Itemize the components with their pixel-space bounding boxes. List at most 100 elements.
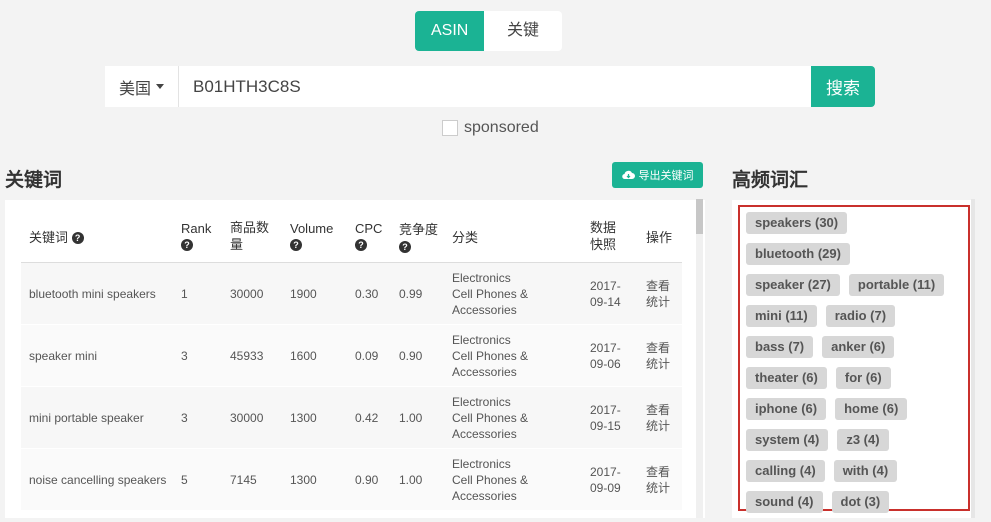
col-products[interactable]: 商品数量	[222, 210, 282, 263]
keyword-cell: bluetooth mini speakers	[21, 262, 173, 325]
col-ops-label: 操作	[646, 229, 673, 245]
col-cpc[interactable]: CPC ?	[347, 210, 391, 263]
stats-link[interactable]: 统计	[646, 357, 670, 371]
word-tag[interactable]: with (4)	[833, 460, 898, 482]
volume-cell: 1300	[282, 386, 347, 449]
tag-row: mini (11) radio (7)	[746, 305, 968, 336]
table-scrollbar[interactable]	[696, 199, 703, 518]
word-tag[interactable]: calling (4)	[746, 460, 825, 482]
tab-asin[interactable]: ASIN	[415, 11, 484, 51]
category-cell: Electronics Cell Phones & Accessories	[444, 324, 582, 387]
word-tag[interactable]: sound (4)	[746, 491, 823, 513]
col-rank-label: Rank	[181, 221, 212, 236]
cpc-cell: 0.42	[347, 386, 391, 449]
country-select[interactable]: 美国	[105, 66, 179, 107]
table-row: noise cancelling speakers 5 7145 1300 0.…	[21, 448, 682, 511]
date-line: 09-15	[590, 418, 621, 433]
sponsored-label: sponsored	[464, 119, 539, 136]
keywords-table-panel: 关键词 ? Rank ? 商品数量 Volume ? CPC ? 竞争度 ? 分…	[5, 200, 705, 518]
col-cpc-label: CPC	[355, 221, 383, 236]
table-scrollbar-thumb[interactable]	[696, 199, 703, 234]
tab-keyword[interactable]: 关键词	[484, 11, 562, 51]
cpc-cell: 0.09	[347, 324, 391, 387]
help-icon[interactable]: ?	[290, 238, 302, 251]
help-icon[interactable]: ?	[399, 240, 411, 253]
competition-cell: 0.99	[391, 262, 444, 325]
rank-cell: 3	[173, 324, 222, 387]
category-line: Cell Phones &	[452, 348, 529, 363]
category-line: Accessories	[452, 488, 517, 503]
word-tag[interactable]: anker (6)	[822, 336, 895, 358]
col-date: 数据快照	[582, 210, 638, 263]
keyword-cell: mini portable speaker	[21, 386, 173, 449]
col-ops: 操作	[638, 210, 682, 263]
word-tag[interactable]: bass (7)	[746, 336, 814, 358]
tag-row: speakers (30)	[746, 212, 968, 243]
category-line: Accessories	[452, 364, 517, 379]
category-line: Accessories	[452, 426, 517, 441]
stats-link[interactable]: 统计	[646, 295, 670, 309]
word-tag[interactable]: speakers (30)	[746, 212, 848, 234]
search-bar: 美国 搜索	[105, 66, 875, 107]
category-cell: Electronics Cell Phones & Accessories	[444, 448, 582, 511]
sponsored-checkbox[interactable]	[442, 120, 458, 136]
col-competition[interactable]: 竞争度 ?	[391, 210, 444, 263]
rank-cell: 5	[173, 448, 222, 511]
category-cell: Electronics Cell Phones & Accessories	[444, 262, 582, 325]
word-tag[interactable]: theater (6)	[746, 367, 827, 389]
search-input[interactable]	[179, 66, 811, 107]
sponsored-option[interactable]: sponsored	[442, 119, 539, 137]
rank-cell: 1	[173, 262, 222, 325]
help-icon[interactable]: ?	[181, 238, 193, 251]
word-tag[interactable]: dot (3)	[831, 491, 890, 513]
tag-row: sound (4) dot (3)	[746, 491, 968, 522]
date-line: 2017-	[590, 402, 621, 417]
export-keywords-button[interactable]: 导出关键词	[612, 162, 703, 188]
col-products-label: 商品数量	[230, 220, 270, 252]
category-line: Electronics	[452, 270, 511, 285]
search-button[interactable]: 搜索	[811, 66, 875, 107]
stats-link[interactable]: 统计	[646, 481, 670, 495]
date-cell: 2017- 09-14	[582, 262, 638, 325]
word-tag[interactable]: iphone (6)	[746, 398, 827, 420]
word-tag[interactable]: portable (11)	[848, 274, 945, 296]
view-link[interactable]: 查看	[646, 465, 670, 479]
tag-row: speaker (27) portable (11)	[746, 274, 968, 305]
col-date-label: 数据快照	[590, 220, 617, 252]
view-link[interactable]: 查看	[646, 279, 670, 293]
word-tag[interactable]: home (6)	[835, 398, 908, 420]
country-label: 美国	[118, 80, 151, 98]
word-tag[interactable]: mini (11)	[746, 305, 817, 327]
col-keyword-label: 关键词	[29, 229, 69, 245]
rank-cell: 3	[173, 386, 222, 449]
table-row: bluetooth mini speakers 1 30000 1900 0.3…	[21, 262, 682, 325]
word-tag[interactable]: speaker (27)	[746, 274, 840, 296]
mode-toggle: ASIN 关键词	[415, 11, 562, 51]
view-link[interactable]: 查看	[646, 403, 670, 417]
col-rank[interactable]: Rank ?	[173, 210, 222, 263]
word-tag[interactable]: system (4)	[746, 429, 829, 451]
category-line: Cell Phones &	[452, 410, 529, 425]
table-row: speaker mini 3 45933 1600 0.09 0.90 Elec…	[21, 324, 682, 387]
date-line: 09-09	[590, 480, 621, 495]
category-line: Electronics	[452, 332, 511, 347]
col-keyword[interactable]: 关键词 ?	[21, 210, 173, 263]
col-volume[interactable]: Volume ?	[282, 210, 347, 263]
word-tag[interactable]: for (6)	[835, 367, 891, 389]
keywords-table: 关键词 ? Rank ? 商品数量 Volume ? CPC ? 竞争度 ? 分…	[21, 210, 682, 511]
word-tag[interactable]: z3 (4)	[837, 429, 889, 451]
help-icon[interactable]: ?	[71, 232, 84, 245]
volume-cell: 1900	[282, 262, 347, 325]
products-cell: 45933	[222, 324, 282, 387]
help-icon[interactable]: ?	[355, 238, 367, 251]
date-line: 2017-	[590, 278, 621, 293]
ops-cell: 查看 统计	[638, 448, 682, 511]
stats-link[interactable]: 统计	[646, 419, 670, 433]
keyword-cell: noise cancelling speakers	[21, 448, 173, 511]
words-scrollbar[interactable]	[971, 199, 975, 518]
cpc-cell: 0.90	[347, 448, 391, 511]
word-tag[interactable]: radio (7)	[825, 305, 896, 327]
word-tag[interactable]: bluetooth (29)	[746, 243, 850, 265]
view-link[interactable]: 查看	[646, 341, 670, 355]
volume-cell: 1600	[282, 324, 347, 387]
